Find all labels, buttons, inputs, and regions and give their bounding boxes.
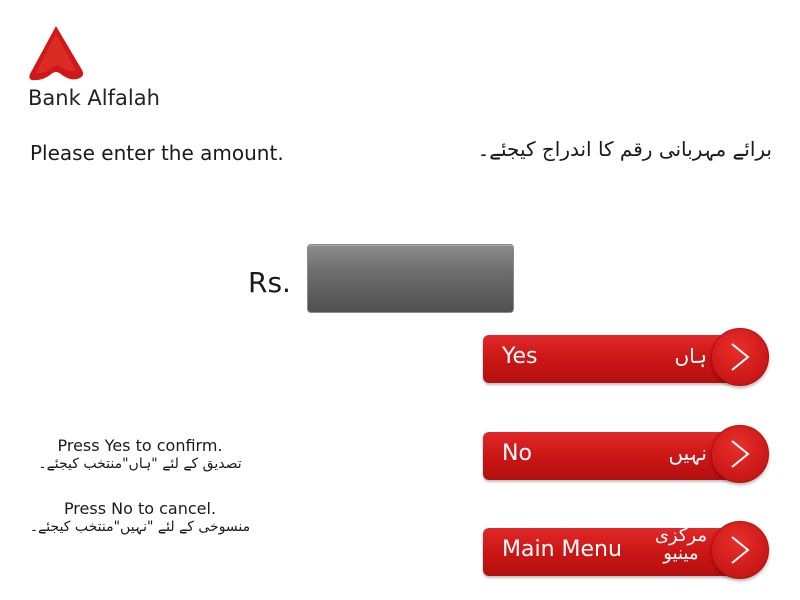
chevron-right-icon xyxy=(731,440,750,468)
bank-logo: Bank Alfalah xyxy=(28,26,188,116)
yes-button[interactable]: Yes ہاں xyxy=(483,328,771,388)
yes-arrow-button[interactable] xyxy=(711,328,769,386)
confirm-hint-urdu: تصدیق کے لئے "ہاں"منتخب کیجئے۔ xyxy=(38,456,242,472)
main-menu-label-urdu: مرکزی مینیو xyxy=(655,527,707,563)
confirm-hint-english: Press Yes to confirm. xyxy=(57,436,223,455)
amount-input[interactable] xyxy=(307,244,514,313)
confirm-hint: Press Yes to confirm. تصدیق کے لئے "ہاں"… xyxy=(0,436,280,473)
no-label-english: No xyxy=(502,441,532,466)
prompt-urdu: برائے مہربانی رقم کا اندراج کیجئے۔ xyxy=(477,137,772,161)
prompt-english: Please enter the amount. xyxy=(30,141,284,165)
main-menu-arrow-button[interactable] xyxy=(711,521,769,579)
main-menu-urdu-line2: مینیو xyxy=(663,543,699,564)
currency-label: Rs. xyxy=(248,266,291,299)
main-menu-label-english: Main Menu xyxy=(502,537,622,562)
cancel-hint-urdu: منسوخی کے لئے "نہیں"منتخب کیجئے۔ xyxy=(29,519,251,535)
chevron-right-icon xyxy=(731,343,750,371)
no-arrow-button[interactable] xyxy=(711,425,769,483)
main-menu-button[interactable]: Main Menu مرکزی مینیو xyxy=(483,521,771,581)
no-label-urdu: نہیں xyxy=(668,441,707,465)
yes-label-english: Yes xyxy=(502,344,538,369)
bank-name: Bank Alfalah xyxy=(28,86,160,110)
chevron-right-icon xyxy=(731,536,750,564)
cancel-hint-english: Press No to cancel. xyxy=(63,499,217,518)
no-button[interactable]: No نہیں xyxy=(483,425,771,485)
cancel-hint: Press No to cancel. منسوخی کے لئے "نہیں"… xyxy=(0,499,280,536)
yes-label-urdu: ہاں xyxy=(674,344,708,368)
bank-alfalah-logo-icon xyxy=(29,26,84,81)
